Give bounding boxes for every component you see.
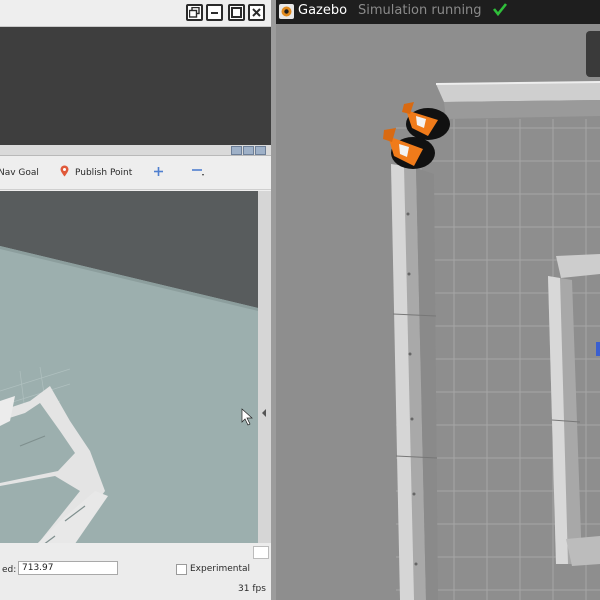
remove-tool-button[interactable]: [191, 156, 204, 189]
barrier-top: [435, 81, 600, 119]
panel-corner-button[interactable]: [253, 546, 269, 559]
speed-label: ed:: [2, 565, 17, 575]
3d-viewport[interactable]: [0, 191, 258, 589]
rviz-titlebar: [0, 145, 271, 156]
gazebo-title: Gazebo: [298, 3, 348, 18]
map-pin-icon: [60, 165, 69, 180]
restore-icon[interactable]: [186, 4, 203, 21]
gazebo-titlebar: Gazebo Simulation running: [276, 0, 600, 24]
nav-goal-tool[interactable]: Nav Goal: [0, 156, 39, 189]
speed-field[interactable]: 713.97: [18, 561, 118, 575]
plus-icon: [153, 166, 164, 180]
fps-readout: 31 fps: [238, 584, 266, 594]
robot-model: [596, 342, 600, 356]
nav-goal-label: Nav Goal: [0, 167, 39, 178]
rviz-toolbar: Nav Goal Publish Point: [0, 156, 271, 190]
rviz-window: Nav Goal Publish Point ed: 713.97 Experi…: [0, 0, 271, 600]
gazebo-window: Gazebo Simulation running: [276, 0, 600, 600]
minimize-icon[interactable]: [206, 4, 223, 21]
rviz-close-icon[interactable]: [255, 146, 266, 155]
checkmark-icon: [492, 1, 508, 21]
rviz-panel: Nav Goal Publish Point ed: 713.97 Experi…: [0, 145, 271, 600]
add-tool-button[interactable]: [153, 156, 164, 189]
window-titlebar: [0, 0, 271, 27]
publish-point-tool[interactable]: Publish Point: [60, 156, 132, 189]
rviz-time-panel: ed: 713.97 Experimental 31 fps: [0, 543, 271, 600]
rviz-maximize-icon[interactable]: [243, 146, 254, 155]
simulation-status: Simulation running: [358, 3, 482, 18]
close-icon[interactable]: [248, 4, 265, 21]
terminal-area: [0, 27, 271, 145]
rviz-minimize-icon[interactable]: [231, 146, 242, 155]
viewport-side-handle[interactable]: [258, 191, 271, 589]
publish-point-label: Publish Point: [75, 167, 133, 178]
gazebo-logo-icon: [279, 4, 294, 23]
experimental-label: Experimental: [190, 564, 251, 574]
maximize-icon[interactable]: [228, 4, 245, 21]
experimental-checkbox[interactable]: [176, 564, 187, 575]
minus-icon: [191, 165, 204, 180]
gazebo-3d-scene[interactable]: [276, 24, 600, 600]
gazebo-side-panel-toggle[interactable]: [586, 31, 600, 77]
